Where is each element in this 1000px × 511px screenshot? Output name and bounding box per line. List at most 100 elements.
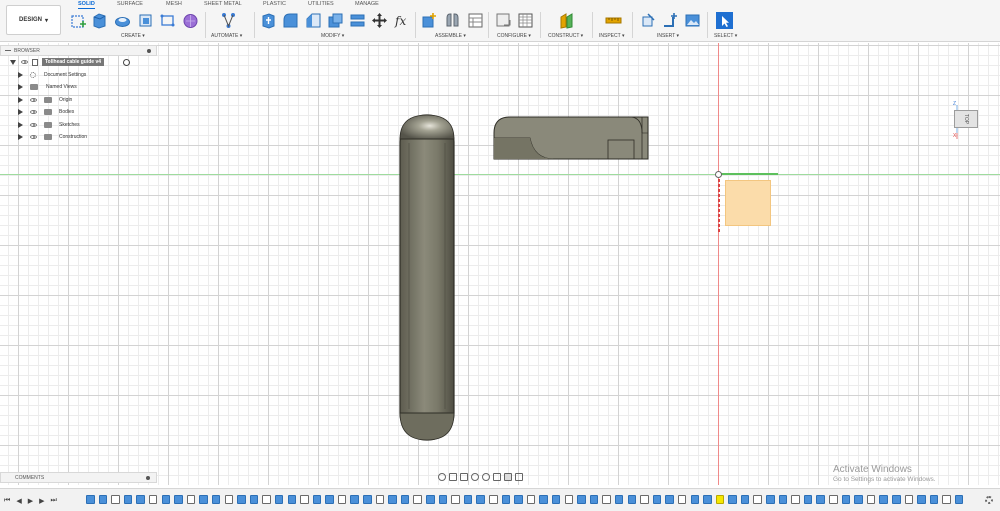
timeline-feature[interactable] — [451, 495, 460, 504]
joint-icon[interactable] — [444, 12, 461, 29]
orbit-icon[interactable] — [438, 473, 446, 481]
timeline-feature[interactable] — [740, 495, 750, 504]
timeline-feature[interactable] — [249, 495, 259, 504]
timeline-feature[interactable] — [98, 495, 108, 504]
sketch-profile[interactable] — [725, 180, 771, 226]
browser-item-sketches[interactable]: Sketches — [0, 119, 157, 132]
form-icon[interactable] — [182, 12, 199, 29]
new-component-icon[interactable] — [421, 12, 438, 29]
insert-canvas-icon[interactable] — [684, 12, 701, 29]
visibility-icon[interactable] — [30, 110, 37, 114]
timeline-feature[interactable] — [753, 495, 762, 504]
timeline-feature[interactable] — [514, 495, 523, 504]
timeline-settings-gear-icon[interactable] — [985, 496, 993, 504]
timeline-feature[interactable] — [942, 495, 951, 504]
visibility-icon[interactable] — [30, 97, 37, 102]
fit-icon[interactable] — [482, 473, 490, 481]
modify-group-label[interactable]: MODIFY ▾ — [321, 33, 344, 39]
origin-point[interactable] — [715, 171, 722, 178]
timeline-feature[interactable] — [589, 495, 599, 504]
display-settings-icon[interactable] — [493, 473, 501, 481]
move-icon[interactable] — [371, 12, 388, 29]
timeline-feature[interactable] — [766, 495, 775, 504]
timeline-feature[interactable] — [312, 495, 322, 504]
timeline-feature[interactable] — [287, 495, 296, 504]
select-icon[interactable] — [716, 12, 733, 29]
timeline-feature[interactable] — [640, 495, 649, 504]
timeline-feature[interactable] — [148, 495, 158, 504]
timeline-feature[interactable] — [627, 495, 637, 504]
timeline-feature[interactable] — [438, 495, 448, 504]
expand-icon[interactable] — [18, 96, 23, 103]
view-cube-face-top[interactable]: TOP — [954, 110, 978, 128]
sweep-icon[interactable] — [137, 12, 154, 29]
view-cube[interactable]: TOP Z X — [952, 101, 982, 139]
expand-icon[interactable] — [10, 59, 16, 65]
timeline-feature[interactable] — [564, 495, 574, 504]
browser-item-origin[interactable]: Origin — [0, 94, 157, 107]
comments-panel[interactable]: COMMENTS — [0, 472, 157, 483]
timeline-feature[interactable] — [614, 495, 624, 504]
timeline-feature[interactable] — [665, 495, 674, 504]
timeline-feature[interactable] — [262, 495, 271, 504]
construct-group-label[interactable]: CONSTRUCT ▾ — [548, 33, 583, 39]
zoom-icon[interactable] — [471, 473, 479, 481]
viewports-icon[interactable] — [515, 473, 523, 481]
tab-mesh[interactable]: MESH — [166, 1, 182, 7]
expand-icon[interactable] — [18, 109, 23, 116]
assemble-group-label[interactable]: ASSEMBLE ▾ — [435, 33, 466, 39]
automate-icon[interactable] — [220, 12, 237, 29]
tab-plastic[interactable]: PLASTIC — [263, 1, 286, 7]
timeline-feature[interactable] — [791, 495, 800, 504]
timeline-feature[interactable] — [728, 495, 737, 504]
tab-manage[interactable]: MANAGE — [355, 1, 379, 7]
timeline-feature[interactable] — [803, 495, 813, 504]
timeline-feature[interactable] — [413, 495, 422, 504]
revolve-icon[interactable] — [114, 12, 131, 29]
timeline-feature-selected[interactable] — [715, 495, 725, 504]
select-group-label[interactable]: SELECT ▾ — [714, 33, 737, 39]
expand-icon[interactable] — [18, 84, 23, 91]
step-forward-icon[interactable]: ▶ — [39, 497, 44, 505]
timeline-feature[interactable] — [690, 495, 699, 504]
document-name[interactable]: Tollhead cable guide v4 — [42, 58, 105, 66]
visibility-icon[interactable] — [21, 60, 28, 64]
timeline-feature[interactable] — [463, 495, 473, 504]
timeline-feature[interactable] — [388, 495, 397, 504]
timeline-feature[interactable] — [476, 495, 485, 504]
timeline-feature[interactable] — [123, 495, 133, 504]
timeline-feature[interactable] — [954, 495, 964, 504]
go-to-start-icon[interactable]: ⏮ — [4, 496, 10, 505]
tab-utilities[interactable]: UTILITIES — [308, 1, 334, 7]
grid-settings-icon[interactable] — [504, 473, 512, 481]
cable-guide-body[interactable] — [492, 115, 652, 161]
timeline-feature[interactable] — [652, 495, 662, 504]
tab-sheet-metal[interactable]: SHEET METAL — [204, 1, 242, 7]
step-back-icon[interactable]: ◀ — [16, 497, 21, 505]
look-at-icon[interactable] — [449, 473, 457, 481]
create-group-label[interactable]: CREATE ▾ — [121, 33, 145, 39]
configure-design-icon[interactable] — [495, 12, 512, 29]
timeline-feature[interactable] — [426, 495, 435, 504]
timeline-feature[interactable] — [274, 495, 284, 504]
timeline-feature[interactable] — [816, 495, 825, 504]
timeline-feature[interactable] — [86, 495, 95, 504]
create-sketch-icon[interactable] — [70, 12, 87, 29]
expand-icon[interactable] — [18, 121, 23, 128]
extrude-icon[interactable] — [91, 12, 108, 29]
timeline-feature[interactable] — [300, 495, 309, 504]
timeline-feature[interactable] — [929, 495, 939, 504]
timeline-feature[interactable] — [841, 495, 851, 504]
browser-root-item[interactable]: Tollhead cable guide v4 — [0, 56, 157, 69]
activate-component-icon[interactable] — [123, 59, 130, 66]
play-icon[interactable]: ▶ — [28, 497, 33, 505]
press-pull-icon[interactable] — [260, 12, 277, 29]
insert-group-label[interactable]: INSERT ▾ — [657, 33, 679, 39]
fillet-icon[interactable] — [282, 12, 299, 29]
timeline-feature[interactable] — [501, 495, 511, 504]
timeline-feature[interactable] — [778, 495, 788, 504]
timeline-feature[interactable] — [829, 495, 838, 504]
browser-item-named-views[interactable]: Named Views — [0, 81, 157, 94]
timeline-feature[interactable] — [539, 495, 548, 504]
expand-icon[interactable] — [18, 71, 23, 78]
